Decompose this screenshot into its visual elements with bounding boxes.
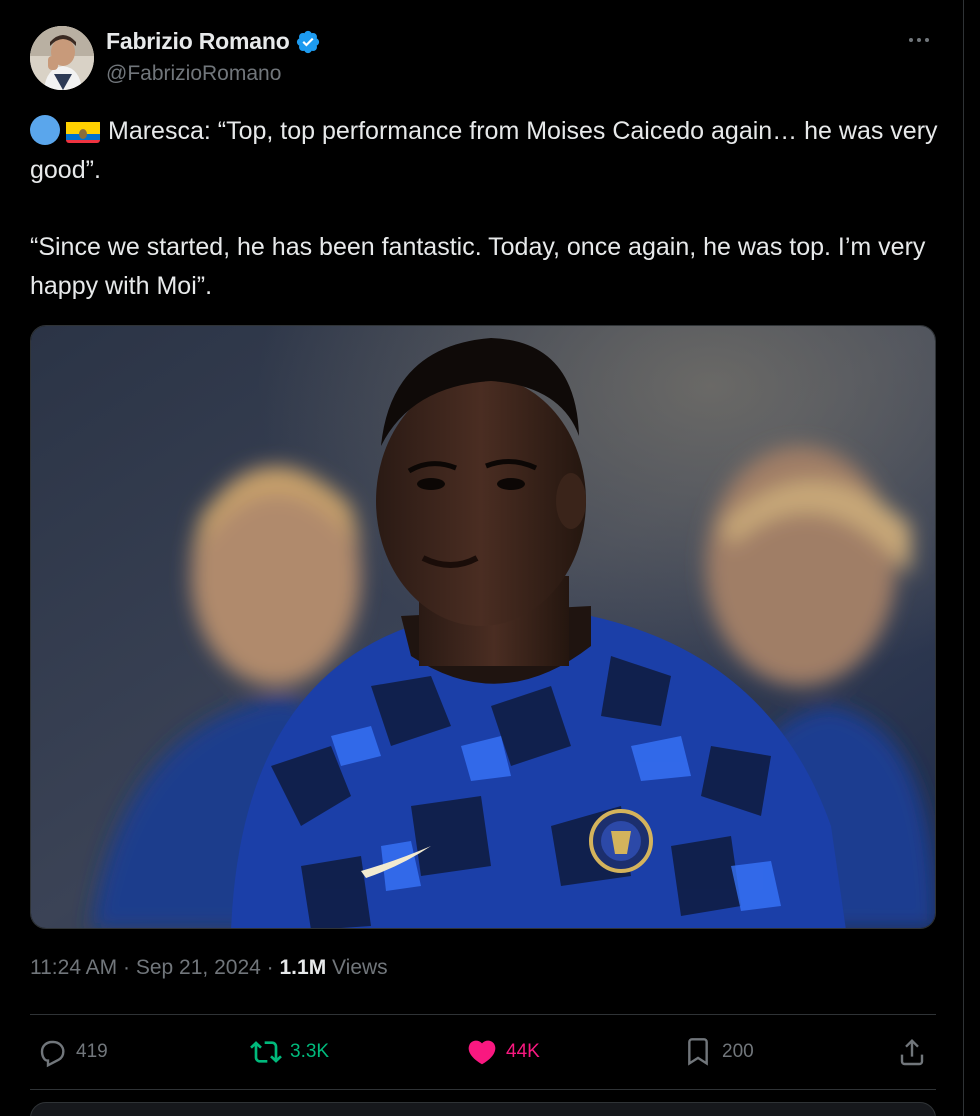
more-dot-icon [909,38,913,42]
reply-button[interactable]: 419 [36,1032,108,1072]
meta-separator: · [123,956,131,979]
more-dot-icon [917,38,921,42]
retweet-count: 3.3K [290,1041,330,1062]
tweet-paragraph-2: “Since we started, he has been fantastic… [30,233,926,300]
avatar[interactable] [30,26,94,90]
heart-icon [468,1040,496,1065]
name-row: Fabrizio Romano [106,28,321,55]
tweet-header: Fabrizio Romano @FabrizioRomano [30,26,940,92]
bookmark-count: 200 [722,1041,754,1062]
reply-icon [40,1040,65,1068]
display-name[interactable]: Fabrizio Romano [106,28,290,55]
like-button[interactable]: 44K [466,1032,540,1072]
views-count: 1.1M [279,956,327,979]
verified-badge-icon [296,30,319,53]
tweet-metadata: 11:24 AM · Sep 21, 2024 · 1.1M Views [30,956,388,980]
tweet-time[interactable]: 11:24 AM [30,956,117,979]
tweet-paragraph-1: Maresca: “Top, top performance from Mois… [30,112,940,190]
meta-separator: · [266,956,274,979]
reply-composer-edge[interactable] [30,1102,936,1116]
ecuador-flag-emoji-icon [66,119,100,143]
blue-circle-emoji-icon [30,115,60,145]
handle[interactable]: @FabrizioRomano [106,62,281,86]
share-button[interactable] [896,1032,936,1072]
like-count: 44K [506,1041,540,1062]
more-dot-icon [925,38,929,42]
share-icon [900,1038,924,1066]
action-bar: 419 3.3K 44K 200 [30,1032,936,1072]
divider [30,1014,936,1015]
reply-count: 419 [76,1041,108,1062]
bookmark-button[interactable]: 200 [682,1032,754,1072]
retweet-button[interactable]: 3.3K [250,1032,329,1072]
tweet-text: Maresca: “Top, top performance from Mois… [30,112,940,306]
tweet-detail-view: Fabrizio Romano @FabrizioRomano Maresca:… [0,0,980,1116]
tweet-line-1: Maresca: “Top, top performance from Mois… [30,117,938,184]
bookmark-icon [688,1038,708,1066]
more-options-button[interactable] [904,30,934,50]
divider [30,1089,936,1090]
retweet-icon [250,1041,282,1063]
tweet-date[interactable]: Sep 21, 2024 [136,956,261,979]
tweet-photo[interactable] [30,325,936,929]
views-label: Views [332,956,388,979]
column-border [963,0,964,1116]
